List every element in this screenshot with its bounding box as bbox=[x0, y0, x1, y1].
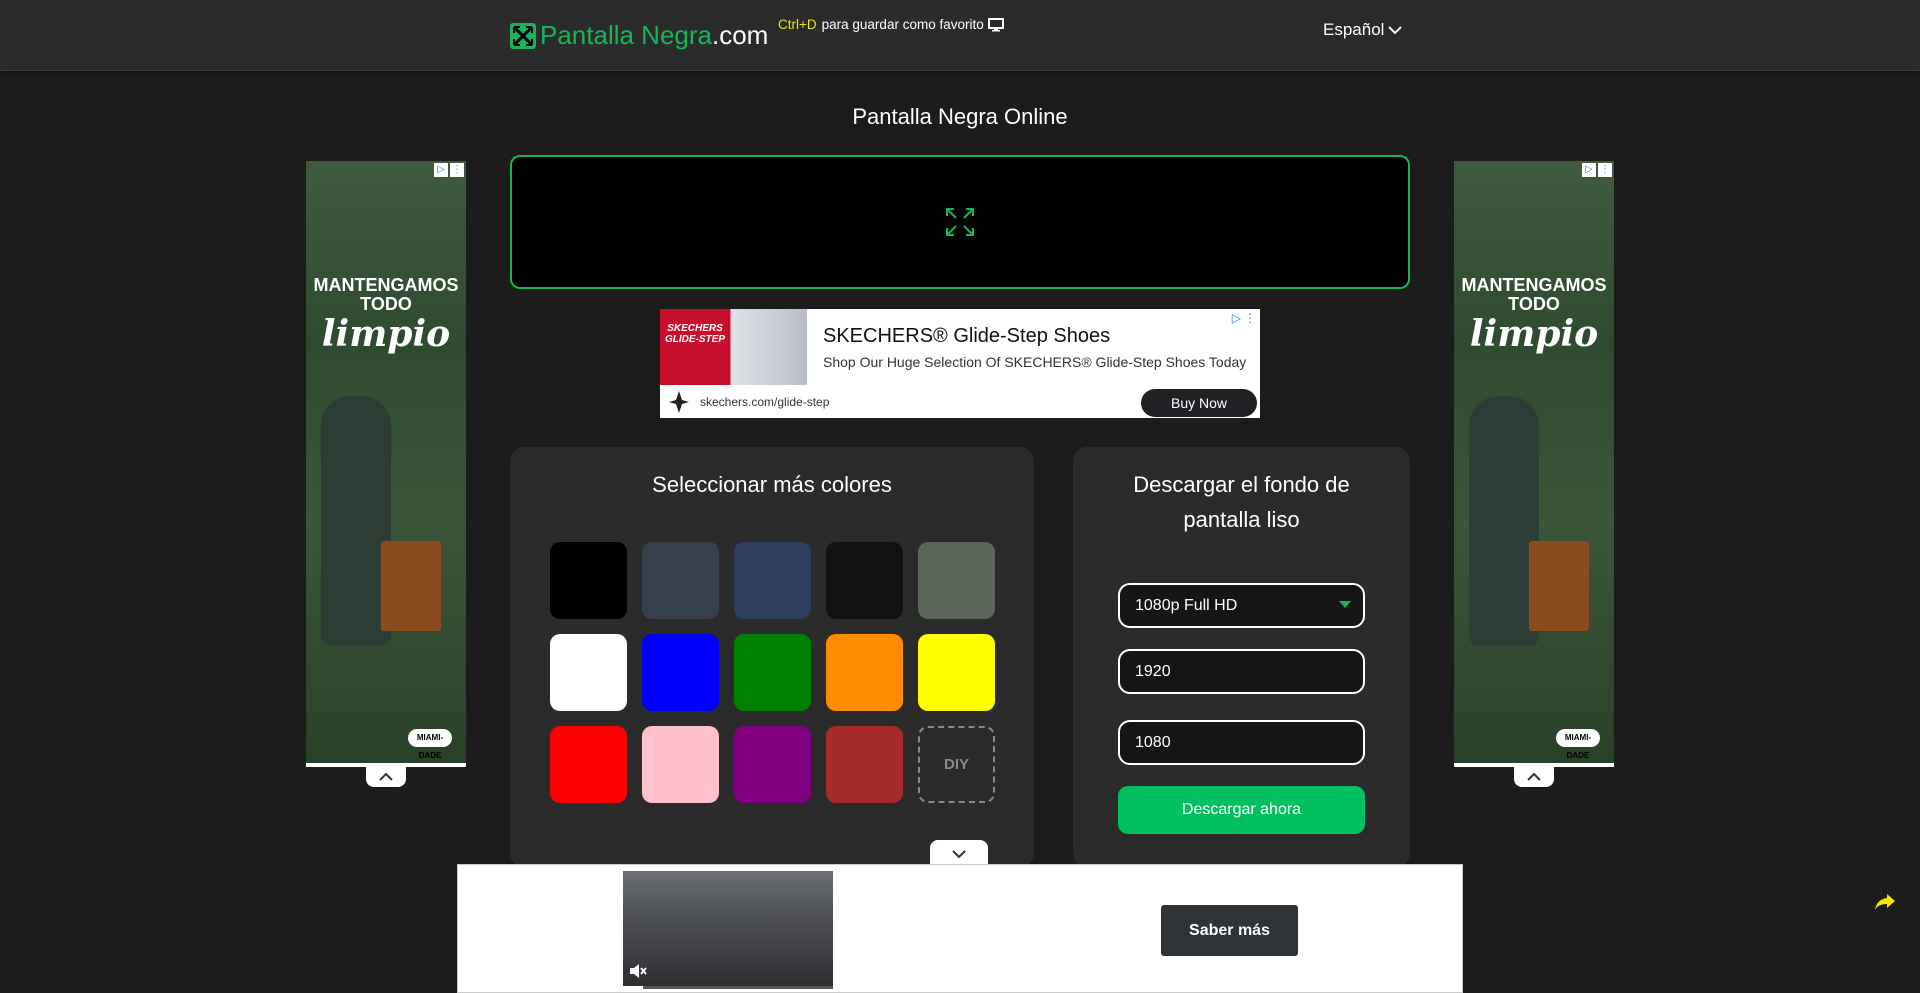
ad-video-player[interactable] bbox=[623, 871, 833, 989]
ad-choices-icon[interactable]: ▷ bbox=[1582, 163, 1596, 177]
fullscreen-preview[interactable] bbox=[510, 155, 1410, 289]
page-title: Pantalla Negra Online bbox=[852, 104, 1068, 129]
banner-ad-subtitle: Shop Our Huge Selection Of SKECHERS® Gli… bbox=[823, 354, 1247, 370]
brand-logo-icon bbox=[669, 391, 689, 413]
banner-ad[interactable]: SKECHERS GLIDE-STEP SKECHERS® Glide-Step… bbox=[660, 309, 1260, 418]
side-ad-line-2: TODO bbox=[360, 294, 412, 314]
bookmark-hint: Ctrl+D para guardar como favorito bbox=[778, 17, 1004, 32]
ad-choices-badge[interactable]: ▷ ⋮ bbox=[434, 163, 464, 177]
logo-text-green: Pantalla Negra bbox=[540, 20, 712, 50]
color-swatch[interactable] bbox=[918, 542, 995, 619]
ad-menu-icon[interactable]: ⋮ bbox=[450, 163, 464, 177]
monitor-icon bbox=[987, 17, 1004, 31]
height-input[interactable]: 1080 bbox=[1118, 720, 1365, 765]
expand-logo-icon bbox=[510, 22, 536, 49]
side-ad-line-3: limpio bbox=[321, 313, 451, 355]
color-swatch[interactable] bbox=[642, 726, 719, 803]
side-ad-trashcan-image bbox=[381, 541, 441, 631]
bookmark-shortcut: Ctrl+D bbox=[778, 17, 817, 32]
banner-ad-image: SKECHERS GLIDE-STEP bbox=[660, 309, 807, 385]
mute-icon[interactable] bbox=[629, 963, 647, 979]
video-progress-bar bbox=[623, 986, 833, 989]
width-input[interactable]: 1920 bbox=[1118, 649, 1365, 694]
show-more-colors-button[interactable] bbox=[930, 840, 988, 867]
side-ad-headline: MANTENGAMOS TODO limpio bbox=[306, 275, 466, 355]
ad-menu-icon[interactable]: ⋮ bbox=[1598, 163, 1612, 177]
width-value: 1920 bbox=[1135, 662, 1171, 680]
color-swatch[interactable] bbox=[734, 634, 811, 711]
resolution-value: 1080p Full HD bbox=[1135, 596, 1238, 614]
ad-menu-icon[interactable]: ⋮ bbox=[1244, 311, 1256, 325]
right-side-ad[interactable]: ▷ ⋮ MANTENGAMOS TODO limpio MIAMI-DADE bbox=[1454, 161, 1614, 767]
ad-choices-icon[interactable]: ▷ bbox=[1232, 311, 1241, 325]
buy-now-button[interactable]: Buy Now bbox=[1141, 389, 1257, 417]
bookmark-hint-text: para guardar como favorito bbox=[821, 17, 984, 32]
color-swatch[interactable] bbox=[918, 634, 995, 711]
diy-color-button[interactable]: DIY bbox=[918, 726, 995, 803]
chevron-down-icon bbox=[952, 849, 966, 858]
download-panel-title: Descargar el fondo de pantalla liso bbox=[1133, 472, 1350, 532]
side-ad-line-2: TODO bbox=[1508, 294, 1560, 314]
bottom-video-ad[interactable]: Saber más bbox=[457, 864, 1463, 993]
color-swatch[interactable] bbox=[734, 542, 811, 619]
chevron-down-icon bbox=[1388, 26, 1403, 35]
left-side-ad[interactable]: ▷ ⋮ MANTENGAMOS TODO limpio MIAMI-DADE bbox=[306, 161, 466, 767]
color-swatch[interactable] bbox=[826, 726, 903, 803]
side-ad-line-1: MANTENGAMOS bbox=[313, 275, 459, 295]
color-swatch[interactable] bbox=[826, 634, 903, 711]
colors-panel-title: Seleccionar más colores bbox=[652, 472, 892, 497]
color-swatch[interactable] bbox=[642, 542, 719, 619]
side-ad-logo: MIAMI-DADE bbox=[1556, 729, 1600, 760]
side-ad-trashcan-image bbox=[1529, 541, 1589, 631]
color-swatch[interactable] bbox=[550, 634, 627, 711]
side-ad-headline: MANTENGAMOS TODO limpio bbox=[1454, 275, 1614, 355]
colors-panel: Seleccionar más colores DIY bbox=[510, 447, 1034, 867]
ad-choices-icon[interactable]: ▷ bbox=[434, 163, 448, 177]
logo-text-white: .com bbox=[712, 20, 769, 50]
height-value: 1080 bbox=[1135, 733, 1171, 751]
side-ad-logo: MIAMI-DADE bbox=[408, 729, 452, 760]
language-selector[interactable]: Español bbox=[1323, 20, 1403, 40]
ad-choices-badge[interactable]: ▷ ⋮ bbox=[1582, 163, 1612, 177]
chevron-up-icon bbox=[379, 772, 393, 781]
side-ad-line-1: MANTENGAMOS bbox=[1461, 275, 1607, 295]
ad-choices-badge[interactable]: ▷ ⋮ bbox=[1232, 311, 1256, 325]
left-side-ad-collapse[interactable] bbox=[366, 767, 406, 787]
color-swatch-grid: DIY bbox=[550, 542, 995, 803]
side-ad-line-3: limpio bbox=[1469, 313, 1599, 355]
site-header: Pantalla Negra .com Ctrl+D para guardar c… bbox=[0, 0, 1920, 71]
banner-ad-brand: SKECHERS GLIDE-STEP bbox=[664, 323, 725, 345]
download-now-button[interactable]: Descargar ahora bbox=[1118, 786, 1365, 834]
color-swatch[interactable] bbox=[826, 542, 903, 619]
learn-more-button[interactable]: Saber más bbox=[1161, 905, 1298, 956]
color-swatch[interactable] bbox=[550, 726, 627, 803]
right-side-ad-collapse[interactable] bbox=[1514, 767, 1554, 787]
banner-ad-title[interactable]: SKECHERS® Glide-Step Shoes bbox=[823, 325, 1110, 348]
site-logo[interactable]: Pantalla Negra .com bbox=[510, 20, 768, 51]
chevron-up-icon bbox=[1527, 772, 1541, 781]
fullscreen-expand-icon[interactable] bbox=[945, 207, 975, 237]
caret-down-icon bbox=[1339, 601, 1351, 608]
language-label: Español bbox=[1323, 20, 1385, 39]
color-swatch[interactable] bbox=[642, 634, 719, 711]
color-swatch[interactable] bbox=[550, 542, 627, 619]
banner-ad-url[interactable]: skechers.com/glide-step bbox=[700, 395, 829, 409]
download-panel: Descargar el fondo de pantalla liso 1080… bbox=[1073, 447, 1410, 867]
share-arrow-icon[interactable] bbox=[1874, 893, 1896, 911]
resolution-select[interactable]: 1080p Full HD bbox=[1118, 583, 1365, 628]
color-swatch[interactable] bbox=[734, 726, 811, 803]
